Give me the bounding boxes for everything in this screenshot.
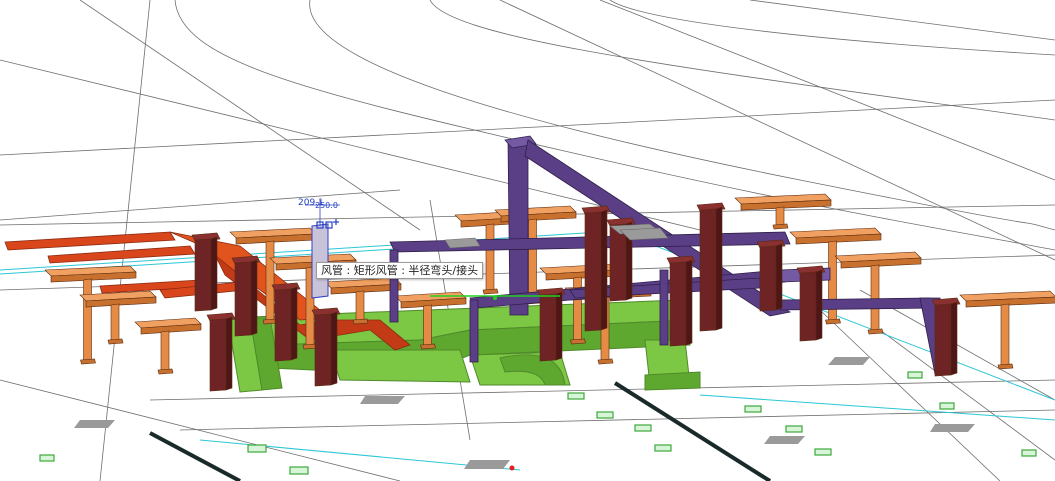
hanger-foot bbox=[597, 358, 614, 365]
move-arrows-icon[interactable] bbox=[333, 219, 339, 225]
hanger-foot bbox=[157, 368, 174, 375]
column-shaft bbox=[799, 271, 817, 342]
column-shaft bbox=[934, 303, 952, 377]
hanger-post bbox=[573, 276, 582, 342]
hanger-post bbox=[110, 303, 120, 342]
column-side bbox=[775, 243, 783, 311]
hanger-foot bbox=[352, 318, 369, 325]
hanger-post bbox=[528, 218, 537, 302]
column-side bbox=[250, 259, 258, 336]
column-shaft bbox=[209, 318, 227, 392]
column-side bbox=[225, 316, 233, 391]
hanger-post bbox=[160, 330, 170, 372]
hanger-foot bbox=[867, 328, 884, 335]
column-shaft bbox=[234, 261, 252, 337]
column-side bbox=[600, 209, 608, 331]
model-canvas[interactable] bbox=[0, 0, 1055, 481]
column-shaft bbox=[699, 208, 717, 332]
column-shaft bbox=[584, 211, 602, 332]
hanger-post bbox=[423, 304, 432, 347]
column-side bbox=[330, 311, 338, 386]
hanger-foot bbox=[825, 318, 841, 325]
floor-fixtures bbox=[39, 371, 1037, 475]
hanger-post bbox=[265, 240, 275, 322]
column-shaft bbox=[194, 238, 212, 312]
column-side bbox=[210, 236, 218, 311]
hanger-post bbox=[870, 264, 880, 332]
column-shaft bbox=[314, 313, 332, 387]
hanger-post bbox=[83, 278, 92, 362]
hanger-post bbox=[355, 290, 365, 322]
column-side bbox=[685, 259, 693, 346]
column-side bbox=[290, 286, 298, 361]
column-side bbox=[950, 301, 958, 376]
hanger-foot bbox=[420, 343, 436, 350]
hanger-foot bbox=[482, 288, 499, 295]
hanger-foot bbox=[772, 223, 789, 230]
column-shaft bbox=[274, 288, 292, 362]
column-shaft bbox=[609, 223, 627, 302]
hanger-foot bbox=[80, 358, 96, 365]
column-shaft bbox=[669, 261, 687, 347]
column-side bbox=[555, 291, 563, 361]
hanger-foot bbox=[997, 363, 1014, 370]
column-shaft bbox=[759, 245, 777, 312]
column-side bbox=[815, 269, 823, 341]
hanger-post bbox=[485, 223, 495, 292]
dimension-label-2[interactable]: 250.0 bbox=[315, 201, 338, 210]
hanger-post bbox=[775, 206, 785, 227]
column-side bbox=[715, 206, 723, 331]
hanger-post bbox=[1000, 303, 1010, 367]
element-tooltip: 风管 : 矩形风管 : 半径弯头/接头 bbox=[316, 262, 484, 279]
hanger-foot bbox=[570, 338, 586, 345]
3d-viewport[interactable]: 209.1 250.0 风管 : 矩形风管 : 半径弯头/接头 bbox=[0, 0, 1055, 481]
hanger-foot bbox=[107, 338, 124, 345]
column-shaft bbox=[539, 293, 557, 362]
